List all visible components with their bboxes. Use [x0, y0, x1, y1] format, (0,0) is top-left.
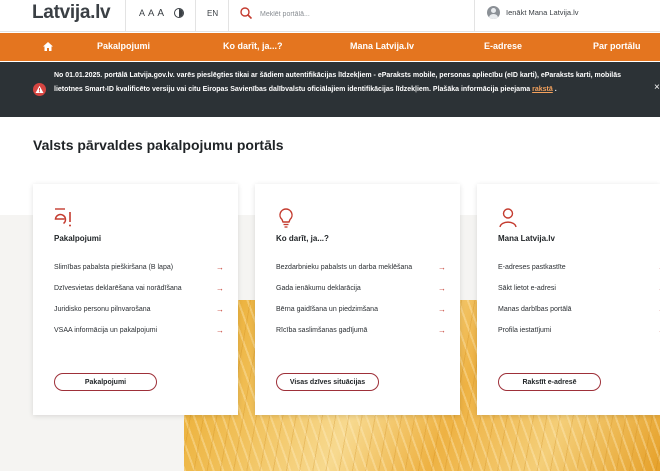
- top-bar: Latvija.lv A A A EN Ienākt Mana Latvija.…: [0, 0, 660, 32]
- login-button[interactable]: Ienākt Mana Latvija.lv: [487, 6, 579, 19]
- card-link-label: Dzīvesvietas deklarēšana vai norādīšana: [54, 285, 182, 292]
- arrow-right-icon: →: [216, 326, 224, 335]
- contrast-icon[interactable]: [174, 8, 184, 18]
- card-link[interactable]: Manas darbības portālā→: [498, 305, 660, 327]
- logo-text: Latvija.lv: [32, 2, 111, 23]
- card-link-label: Bezdarbnieku pabalsts un darba meklēšana: [276, 264, 413, 271]
- search-icon[interactable]: [240, 7, 252, 19]
- nav-item-e-adrese[interactable]: E-adrese: [484, 41, 522, 51]
- card-link[interactable]: Dzīvesvietas deklarēšana vai norādīšana →: [54, 284, 224, 306]
- divider: [125, 0, 126, 32]
- page-title: Valsts pārvaldes pakalpojumu portāls: [33, 137, 284, 153]
- language-switch[interactable]: EN: [207, 9, 218, 18]
- font-size-controls: A A A: [139, 8, 164, 19]
- arrow-right-icon: →: [438, 284, 446, 293]
- font-size-large-button[interactable]: A: [157, 8, 164, 19]
- nav-item-mana-latvija[interactable]: Mana Latvija.lv: [350, 41, 414, 51]
- site-logo[interactable]: Latvija.lv: [32, 2, 111, 24]
- card-ko-darit: Ko darīt, ja...? Bezdarbnieku pabalsts u…: [255, 184, 460, 415]
- card-link[interactable]: Juridisko personu pilnvarošana →: [54, 305, 224, 327]
- nav-item-par-portalu[interactable]: Par portālu: [593, 41, 641, 51]
- card-link-label: Gada ienākumu deklarācija: [276, 285, 361, 292]
- card-title: Mana Latvija.lv: [498, 234, 555, 243]
- card-link-list: E-adreses pastkastīte→ Sākt lietot e-adr…: [498, 263, 660, 348]
- card-link-label: VSAA informācija un pakalpojumi: [54, 327, 158, 334]
- nav-item-ko-darit[interactable]: Ko darīt, ja...?: [223, 41, 283, 51]
- divider: [474, 0, 475, 32]
- arrow-right-icon: →: [216, 284, 224, 293]
- notice-banner: No 01.01.2025. portālā Latvija.gov.lv. v…: [0, 62, 660, 117]
- all-life-situations-button[interactable]: Visas dzīves situācijas: [276, 373, 379, 391]
- card-pakalpojumi: Pakalpojumi Slimības pabalsta pieškiršan…: [33, 184, 238, 415]
- card-link-label: Profila iestatījumi: [498, 327, 552, 334]
- write-e-address-button[interactable]: Rakstīt e-adresē: [498, 373, 601, 391]
- card-link[interactable]: Rīcība saslimšanas gadījumā →: [276, 326, 446, 348]
- main-nav: Pakalpojumi Ko darīt, ja...? Mana Latvij…: [0, 33, 660, 61]
- card-title: Pakalpojumi: [54, 234, 102, 243]
- home-icon[interactable]: [43, 42, 53, 51]
- divider: [228, 0, 229, 32]
- notice-suffix: .: [552, 85, 557, 93]
- card-link[interactable]: Gada ienākumu deklarācija →: [276, 284, 446, 306]
- card-link-label: E-adreses pastkastīte: [498, 264, 566, 271]
- card-mana-latvija: Mana Latvija.lv E-adreses pastkastīte→ S…: [477, 184, 660, 415]
- card-link-label: Manas darbības portālā: [498, 306, 572, 313]
- notice-text: No 01.01.2025. portālā Latvija.gov.lv. v…: [54, 69, 644, 96]
- user-icon: [499, 208, 517, 228]
- divider: [195, 0, 196, 32]
- card-link[interactable]: VSAA informācija un pakalpojumi →: [54, 326, 224, 348]
- arrow-right-icon: →: [216, 263, 224, 272]
- card-link-label: Rīcība saslimšanas gadījumā: [276, 327, 368, 334]
- card-link-label: Sākt lietot e-adresi: [498, 285, 556, 292]
- card-link[interactable]: Sākt lietot e-adresi→: [498, 284, 660, 306]
- card-link-list: Slimības pabalsta pieškiršana (B lapa) → …: [54, 263, 224, 348]
- close-icon[interactable]: ×: [654, 82, 660, 93]
- card-title: Ko darīt, ja...?: [276, 234, 329, 243]
- arrow-right-icon: →: [438, 263, 446, 272]
- font-size-medium-button[interactable]: A: [148, 8, 154, 19]
- avatar-icon: [487, 6, 500, 19]
- login-label: Ienākt Mana Latvija.lv: [506, 8, 579, 17]
- arrow-right-icon: →: [438, 326, 446, 335]
- arrow-right-icon: →: [216, 305, 224, 314]
- warning-icon: [33, 83, 46, 96]
- card-link[interactable]: Bērna gaidīšana un piedzimšana →: [276, 305, 446, 327]
- card-link[interactable]: Bezdarbnieku pabalsts un darba meklēšana…: [276, 263, 446, 285]
- e-exclamation-icon: [54, 208, 71, 227]
- card-link-label: Bērna gaidīšana un piedzimšana: [276, 306, 378, 313]
- pakalpojumi-button[interactable]: Pakalpojumi: [54, 373, 157, 391]
- card-link[interactable]: Slimības pabalsta pieškiršana (B lapa) →: [54, 263, 224, 285]
- card-link-label: Juridisko personu pilnvarošana: [54, 306, 151, 313]
- card-link[interactable]: Profila iestatījumi→: [498, 326, 660, 348]
- card-link-list: Bezdarbnieku pabalsts un darba meklēšana…: [276, 263, 446, 348]
- lightbulb-icon: [279, 208, 293, 228]
- notice-link[interactable]: rakstā: [532, 86, 553, 93]
- arrow-right-icon: →: [438, 305, 446, 314]
- search-input[interactable]: [260, 7, 420, 21]
- card-link[interactable]: E-adreses pastkastīte→: [498, 263, 660, 285]
- font-size-small-button[interactable]: A: [139, 8, 145, 18]
- nav-item-pakalpojumi[interactable]: Pakalpojumi: [97, 41, 150, 51]
- card-link-label: Slimības pabalsta pieškiršana (B lapa): [54, 264, 174, 271]
